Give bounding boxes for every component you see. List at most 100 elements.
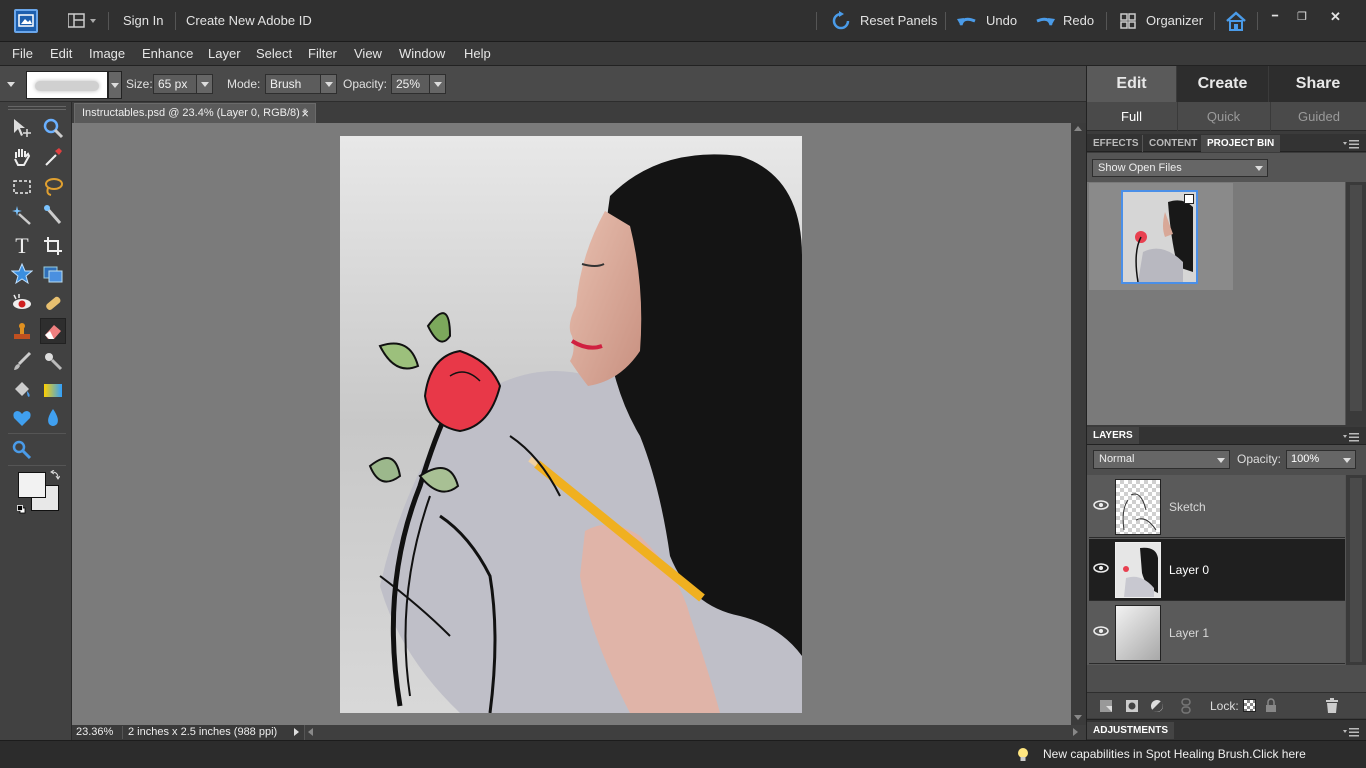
chevron-down-icon[interactable]: [429, 75, 445, 93]
lock-all-icon[interactable]: [1265, 698, 1277, 713]
app-logo-icon[interactable]: [14, 9, 38, 33]
chevron-down-icon[interactable]: [1343, 458, 1351, 463]
redo-button[interactable]: Redo: [1063, 0, 1094, 42]
add-mask-icon[interactable]: [1125, 699, 1139, 713]
close-button[interactable]: ✕: [1330, 0, 1341, 38]
canvas-area[interactable]: [72, 123, 1071, 725]
bin-scrollbar[interactable]: [1345, 182, 1366, 425]
adjustments-title[interactable]: ADJUSTMENTS: [1087, 722, 1175, 739]
layers-panel-menu-icon[interactable]: [1343, 431, 1359, 442]
layers-scrollbar-track[interactable]: [1350, 478, 1362, 662]
sign-in-link[interactable]: Sign In: [123, 0, 163, 42]
default-colors-icon[interactable]: [17, 503, 26, 514]
document-image[interactable]: [340, 136, 802, 713]
brush-preview[interactable]: [26, 71, 108, 99]
chevron-down-icon[interactable]: [196, 75, 212, 93]
scroll-up-arrow[interactable]: [1074, 126, 1082, 131]
visibility-eye-icon[interactable]: [1092, 496, 1110, 514]
menu-file[interactable]: File: [12, 42, 33, 66]
maximize-button[interactable]: ❐: [1297, 0, 1307, 38]
menu-filter[interactable]: Filter: [308, 42, 337, 66]
bin-dropdown[interactable]: Show Open Files: [1092, 159, 1268, 177]
healing-brush-tool-icon[interactable]: [40, 290, 66, 316]
layer-row-layer-0[interactable]: Layer 0: [1089, 539, 1345, 601]
layer-opacity-field[interactable]: 100%: [1286, 450, 1356, 469]
tab-effects[interactable]: EFFECTS: [1087, 135, 1145, 152]
tool-preset-picker[interactable]: [4, 74, 20, 94]
menu-select[interactable]: Select: [256, 42, 292, 66]
bin-panel-menu-icon[interactable]: [1343, 138, 1359, 149]
tab-full[interactable]: Full: [1087, 102, 1176, 131]
visibility-eye-icon[interactable]: [1092, 622, 1110, 640]
menu-image[interactable]: Image: [89, 42, 125, 66]
brush-tool-icon[interactable]: [9, 348, 35, 374]
undo-button[interactable]: Undo: [986, 0, 1017, 42]
layer-row-sketch[interactable]: Sketch: [1089, 476, 1345, 538]
hand-tool-icon[interactable]: [9, 144, 35, 170]
tab-edit[interactable]: Edit: [1087, 66, 1176, 102]
toolbox-grip[interactable]: [8, 106, 66, 110]
tab-create[interactable]: Create: [1177, 66, 1268, 102]
layer-name[interactable]: Layer 0: [1169, 539, 1209, 601]
text-tool-icon[interactable]: T: [9, 233, 35, 259]
layers-scrollbar[interactable]: [1345, 475, 1366, 665]
shape-tool-icon[interactable]: [9, 261, 35, 287]
red-eye-tool-icon[interactable]: [9, 290, 35, 316]
visibility-eye-icon[interactable]: [1092, 559, 1110, 577]
adjustments-panel-menu-icon[interactable]: [1343, 726, 1359, 737]
tab-project-bin[interactable]: PROJECT BIN: [1201, 135, 1281, 152]
foreground-color-swatch[interactable]: [18, 472, 46, 498]
lock-transparency-icon[interactable]: [1243, 699, 1256, 712]
scroll-right-arrow[interactable]: [1073, 728, 1078, 736]
size-field[interactable]: 65 px: [153, 74, 213, 94]
recompose-tool-icon[interactable]: [40, 261, 66, 287]
zoom-level[interactable]: 23.36%: [76, 726, 113, 738]
opacity-field[interactable]: 25%: [391, 74, 446, 94]
horizontal-scrollbar[interactable]: [304, 725, 1086, 740]
tab-quick[interactable]: Quick: [1177, 102, 1269, 131]
chevron-down-icon[interactable]: [320, 75, 336, 93]
blend-mode-select[interactable]: Normal: [1093, 450, 1230, 469]
straighten-tool-icon[interactable]: [9, 437, 35, 463]
scroll-left-arrow[interactable]: [308, 728, 313, 736]
eraser-tool-icon[interactable]: [40, 318, 66, 344]
swap-colors-icon[interactable]: [50, 469, 61, 480]
marquee-tool-icon[interactable]: [9, 174, 35, 200]
magic-wand-tool-icon[interactable]: [9, 202, 35, 228]
tab-guided[interactable]: Guided: [1270, 102, 1366, 131]
link-layers-icon[interactable]: [1180, 698, 1192, 714]
delete-layer-icon[interactable]: [1325, 698, 1339, 713]
paint-bucket-tool-icon[interactable]: [9, 377, 35, 403]
layer-row-layer-1[interactable]: Layer 1: [1089, 602, 1345, 664]
layer-name[interactable]: Sketch: [1169, 476, 1206, 538]
document-tab-close-icon[interactable]: ×: [301, 104, 309, 123]
layer-name[interactable]: Layer 1: [1169, 602, 1209, 664]
open-file-thumbnail[interactable]: [1121, 190, 1198, 284]
bin-scrollbar-track[interactable]: [1350, 185, 1362, 411]
reset-panels-button[interactable]: Reset Panels: [860, 0, 937, 42]
cookie-cutter-tool-icon[interactable]: [9, 405, 35, 431]
move-tool-icon[interactable]: [9, 115, 35, 141]
zoom-tool-icon[interactable]: [40, 115, 66, 141]
smart-brush-tool-icon[interactable]: [40, 348, 66, 374]
eyedropper-tool-icon[interactable]: [40, 144, 66, 170]
canvas-vertical-scrollbar[interactable]: [1071, 123, 1086, 725]
organizer-button[interactable]: Organizer: [1146, 0, 1203, 42]
mode-select[interactable]: Brush: [265, 74, 337, 94]
document-tab[interactable]: Instructables.psd @ 23.4% (Layer 0, RGB/…: [74, 103, 316, 123]
tab-content[interactable]: CONTENT: [1142, 135, 1203, 152]
adjustment-layer-icon[interactable]: [1150, 699, 1164, 713]
menu-enhance[interactable]: Enhance: [142, 42, 193, 66]
scroll-down-arrow[interactable]: [1074, 715, 1082, 720]
tab-share[interactable]: Share: [1269, 66, 1366, 102]
workspace-layout-icon[interactable]: [67, 13, 98, 29]
menu-view[interactable]: View: [354, 42, 382, 66]
home-icon[interactable]: [1225, 10, 1247, 32]
quick-selection-tool-icon[interactable]: [40, 202, 66, 228]
minimize-button[interactable]: ━: [1272, 0, 1278, 38]
menu-edit[interactable]: Edit: [50, 42, 72, 66]
new-layer-icon[interactable]: [1099, 699, 1113, 713]
crop-tool-icon[interactable]: [40, 233, 66, 259]
status-menu-arrow[interactable]: [294, 728, 299, 736]
blur-tool-icon[interactable]: [40, 405, 66, 431]
